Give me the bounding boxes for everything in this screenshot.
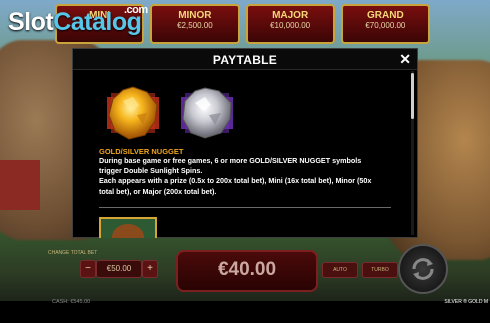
cash-readout: CASH: €545.00 xyxy=(52,299,90,305)
next-symbol-preview xyxy=(99,217,157,238)
spin-arrows-icon xyxy=(412,258,434,280)
modal-header: PAYTABLE ✕ xyxy=(73,49,417,70)
logo-slot-text: Slot xyxy=(8,8,54,36)
win-display: €40.00 xyxy=(176,250,318,292)
autoplay-button[interactable]: AUTO xyxy=(322,262,358,278)
jackpot-value: €10,000.00 xyxy=(270,21,311,30)
section-divider xyxy=(99,207,391,208)
bet-decrease-button[interactable]: − xyxy=(80,260,96,278)
game-name: SILVER ® GOLD M xyxy=(444,299,488,305)
cash-label: CASH: xyxy=(52,299,69,305)
section-title: GOLD/SILVER NUGGET xyxy=(99,147,184,156)
description-line: Each appears with a prize (0.5x to 200x … xyxy=(99,176,372,196)
bet-increase-button[interactable]: + xyxy=(142,260,158,278)
jackpot-value: €2,500.00 xyxy=(177,21,213,30)
spin-button[interactable] xyxy=(398,244,448,294)
jackpot-major: MAJOR €10,000.00 xyxy=(245,4,335,44)
paytable-modal: PAYTABLE ✕ GOLD/SILVER NUGGET During bas… xyxy=(72,48,418,238)
description-line: During base game or free games, 6 or mor… xyxy=(99,156,362,176)
barn xyxy=(0,160,40,210)
jackpot-minor: MINOR €2,500.00 xyxy=(150,4,240,44)
scrollbar-thumb[interactable] xyxy=(411,73,414,119)
jackpot-name: GRAND xyxy=(367,10,404,21)
section-description: During base game or free games, 6 or mor… xyxy=(99,156,379,197)
symbol-shape xyxy=(112,224,144,238)
silver-nugget-icon xyxy=(181,87,233,139)
total-bet-value: €50.00 xyxy=(96,260,142,278)
jackpot-value: €70,000.00 xyxy=(365,21,406,30)
modal-title: PAYTABLE xyxy=(212,53,278,67)
jackpot-name: MAJOR xyxy=(272,10,309,21)
logo-com-text: .com xyxy=(124,4,148,16)
jackpot-name: MINOR xyxy=(178,10,212,21)
turbo-button[interactable]: TURBO xyxy=(362,262,398,278)
slotcatalog-logo: SlotCatalog .com xyxy=(8,5,148,36)
close-icon[interactable]: ✕ xyxy=(399,51,411,67)
cash-value: €545.00 xyxy=(70,299,91,305)
gold-nugget-icon xyxy=(107,86,159,140)
bet-label: CHANGE TOTAL BET xyxy=(48,250,98,256)
jackpot-grand: GRAND €70,000.00 xyxy=(340,4,430,44)
